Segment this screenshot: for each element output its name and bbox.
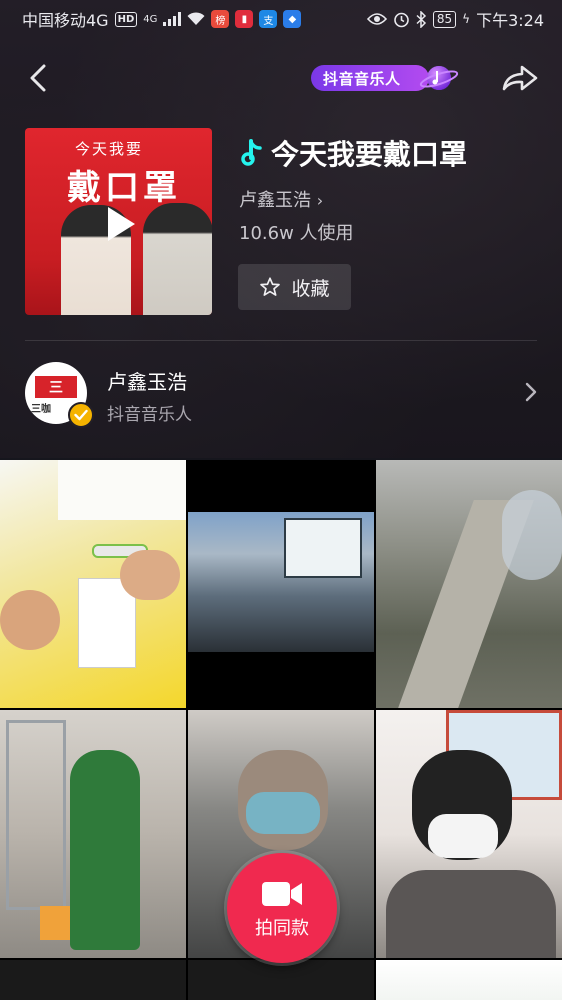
status-right: 85 ϟ 下午3:24 — [366, 7, 544, 31]
nav-bar: 抖音音乐人 — [0, 50, 562, 110]
face-mask — [246, 792, 320, 834]
video-thumbnail[interactable] — [188, 960, 374, 1000]
video-thumbnail[interactable] — [188, 460, 374, 708]
paper-sheet — [58, 460, 186, 520]
eye-icon — [366, 13, 387, 25]
wifi-icon — [187, 12, 205, 25]
favorite-button[interactable]: 收藏 — [238, 264, 351, 310]
share-button[interactable] — [500, 62, 540, 94]
video-camera-icon — [262, 882, 302, 906]
shield-app-icon: ◆ — [283, 10, 302, 28]
shoot-same-button[interactable]: 拍同款 — [227, 853, 337, 963]
chevron-right-icon: › — [316, 191, 324, 210]
bluetooth-icon — [416, 10, 426, 28]
music-note-icon — [241, 139, 262, 166]
hd-badge: HD — [114, 11, 138, 27]
classroom-scene — [188, 512, 374, 652]
battery-indicator: 85 — [432, 10, 457, 28]
song-cover[interactable]: 今天我要 戴口罩 — [25, 128, 212, 315]
artist-role: 抖音音乐人 — [107, 405, 192, 425]
news-app-icon: 榜 — [211, 10, 230, 28]
star-icon — [260, 277, 281, 296]
musician-badge-label: 抖音音乐人 — [323, 69, 401, 88]
divider — [25, 340, 537, 341]
usage-count: 10.6w 人使用 — [239, 223, 354, 244]
song-artist-name: 卢鑫玉浩 — [239, 190, 311, 211]
video-thumbnail[interactable] — [376, 460, 562, 708]
hand-right — [120, 550, 180, 600]
avatar-caption: 三咖 — [31, 404, 51, 415]
share-icon — [502, 65, 538, 91]
shelf — [6, 720, 66, 910]
red-app-icon: ▮ — [235, 10, 254, 28]
alipay-icon: 支 — [259, 10, 278, 28]
verified-badge-icon — [68, 402, 94, 428]
network-type: 4G — [143, 13, 158, 25]
smoke — [502, 490, 562, 580]
artist-name: 卢鑫玉浩 — [107, 370, 187, 394]
carrier-label: 中国移动4G — [22, 11, 109, 30]
cover-performer-right — [143, 203, 212, 315]
chevron-right-icon — [525, 382, 537, 402]
status-left: 中国移动4G HD 4G 榜 ▮ 支 ◆ — [22, 7, 302, 31]
clock: 下午3:24 — [476, 11, 544, 30]
status-bar: 中国移动4G HD 4G 榜 ▮ 支 ◆ 85 ϟ 下午3:24 — [0, 0, 562, 38]
hand-left — [0, 590, 60, 650]
musician-badge-pill: 抖音音乐人 — [311, 65, 429, 91]
person-green-coat — [70, 750, 140, 950]
song-title: 今天我要戴口罩 — [241, 133, 467, 173]
projector-screen — [284, 518, 362, 578]
cover-title-small: 今天我要 — [75, 140, 144, 158]
video-thumbnail[interactable] — [0, 460, 186, 708]
video-thumbnail[interactable] — [376, 710, 562, 958]
planet-icon — [419, 66, 459, 90]
signal-icon — [163, 12, 182, 26]
shoot-same-label: 拍同款 — [255, 918, 309, 939]
favorite-label: 收藏 — [291, 277, 330, 300]
artist-row[interactable]: 三 三咖 卢鑫玉浩 抖音音乐人 — [0, 350, 562, 436]
sweater — [386, 870, 556, 958]
song-artist-link[interactable]: 卢鑫玉浩 › — [239, 186, 323, 212]
musician-badge[interactable]: 抖音音乐人 — [311, 60, 466, 96]
chevron-left-icon — [30, 64, 46, 92]
video-thumbnail[interactable] — [0, 960, 186, 1000]
charging-icon: ϟ — [462, 12, 471, 26]
alarm-icon — [394, 12, 409, 27]
back-button[interactable] — [22, 62, 54, 94]
white-mask — [428, 814, 498, 858]
video-thumbnail[interactable] — [0, 710, 186, 958]
play-icon — [108, 207, 135, 241]
bucket — [40, 906, 70, 940]
avatar-logo-text: 三 — [49, 380, 63, 396]
avatar-logo: 三 — [35, 376, 77, 398]
play-button[interactable] — [98, 202, 142, 246]
video-thumbnail[interactable] — [376, 960, 562, 1000]
song-title-text: 今天我要戴口罩 — [271, 138, 468, 171]
